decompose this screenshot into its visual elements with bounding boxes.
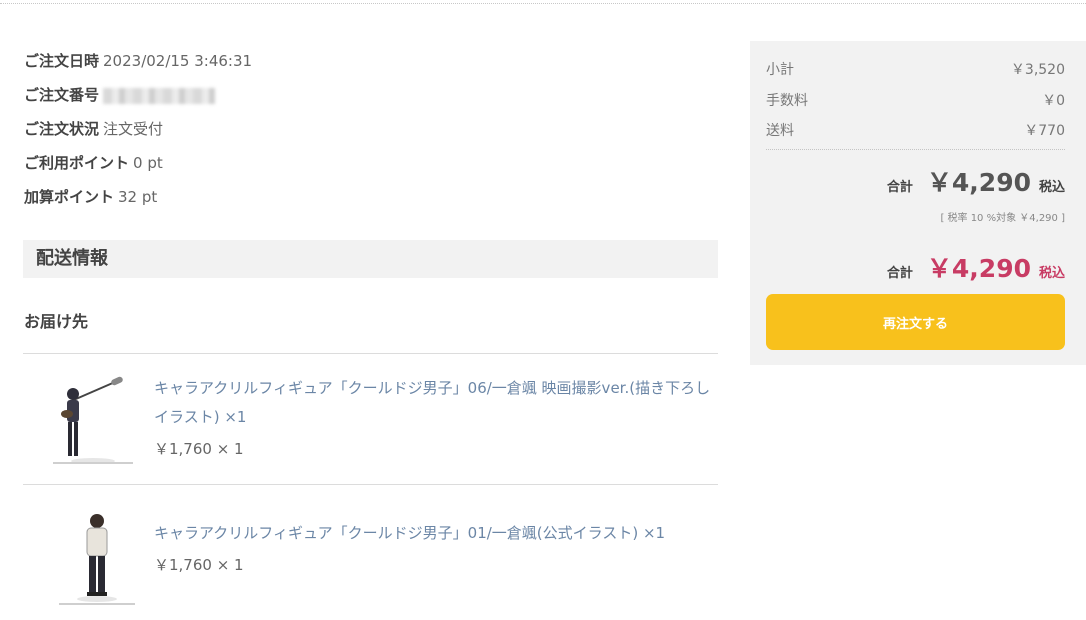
delivery-section-title: 配送情報: [36, 248, 108, 269]
shipping-label: 送料: [766, 123, 794, 139]
order-status-value: 注文受付: [103, 120, 164, 138]
order-number-row: ご注文番号: [24, 78, 252, 112]
order-number-label: ご注文番号: [24, 86, 100, 104]
fee-value: ￥0: [1042, 93, 1065, 109]
order-date-value: 2023/02/15 3:46:31: [103, 52, 253, 70]
order-date-row: ご注文日時 2023/02/15 3:46:31: [24, 44, 252, 78]
product-price: ￥1,760 × 1: [154, 440, 244, 458]
points-used-value: 0 pt: [133, 154, 163, 172]
product-name-link[interactable]: キャラアクリルフィギュア「クールドジ男子」06/一倉颯 映画撮影ver.(描き下…: [154, 374, 714, 432]
points-used-label: ご利用ポイント: [24, 154, 130, 172]
destination-label: お届け先: [24, 312, 89, 331]
product-price: ￥1,760 × 1: [154, 556, 244, 574]
points-added-label: 加算ポイント: [24, 188, 115, 206]
grand-total-row: 合計 ￥4,290 税込: [887, 249, 1065, 285]
total-row: 合計 ￥4,290 税込: [887, 163, 1065, 199]
order-item: キャラアクリルフィギュア「クールドジ男子」06/一倉颯 映画撮影ver.(描き下…: [23, 353, 718, 484]
points-added-value: 32 pt: [118, 188, 158, 206]
points-used-row: ご利用ポイント 0 pt: [24, 146, 252, 180]
fee-label: 手数料: [766, 93, 808, 109]
order-status-row: ご注文状況 注文受付: [24, 112, 252, 146]
grand-total-value: ￥4,290: [926, 254, 1031, 283]
tax-included-label: 税込: [1038, 180, 1065, 195]
reorder-button[interactable]: 再注文する: [766, 294, 1065, 350]
order-number-redacted: [103, 87, 216, 104]
summary-divider: [766, 149, 1065, 150]
order-summary-panel: 小計 ￥3,520 手数料 ￥0 送料 ￥770 合計 ￥4,290 税込 [ 税率…: [750, 41, 1086, 365]
subtotal-value: ￥3,520: [1010, 62, 1065, 78]
top-divider: [0, 3, 1086, 4]
product-thumbnail[interactable]: [49, 507, 145, 607]
shipping-row: 送料 ￥770: [766, 120, 1065, 140]
total-label: 合計: [886, 180, 913, 195]
order-info: ご注文日時 2023/02/15 3:46:31 ご注文番号 ご注文状況 注文受付 …: [24, 44, 252, 214]
grand-total-label: 合計: [886, 266, 913, 281]
shipping-value: ￥770: [1024, 123, 1065, 139]
points-added-row: 加算ポイント 32 pt: [24, 180, 252, 214]
grand-tax-included-label: 税込: [1038, 266, 1065, 281]
total-value: ￥4,290: [926, 168, 1031, 197]
subtotal-label: 小計: [766, 62, 794, 78]
order-item: キャラアクリルフィギュア「クールドジ男子」01/一倉颯(公式イラスト) ×1 ￥…: [23, 484, 718, 615]
fee-row: 手数料 ￥0: [766, 90, 1065, 110]
order-status-label: ご注文状況: [24, 120, 100, 138]
subtotal-row: 小計 ￥3,520: [766, 59, 1065, 79]
order-date-label: ご注文日時: [24, 52, 100, 70]
product-name-link[interactable]: キャラアクリルフィギュア「クールドジ男子」01/一倉颯(公式イラスト) ×1: [154, 519, 714, 548]
tax-rate-note: [ 税率 10 %対象 ￥4,290 ]: [940, 213, 1065, 224]
delivery-section-header: 配送情報: [23, 240, 718, 278]
product-thumbnail[interactable]: [49, 366, 145, 466]
